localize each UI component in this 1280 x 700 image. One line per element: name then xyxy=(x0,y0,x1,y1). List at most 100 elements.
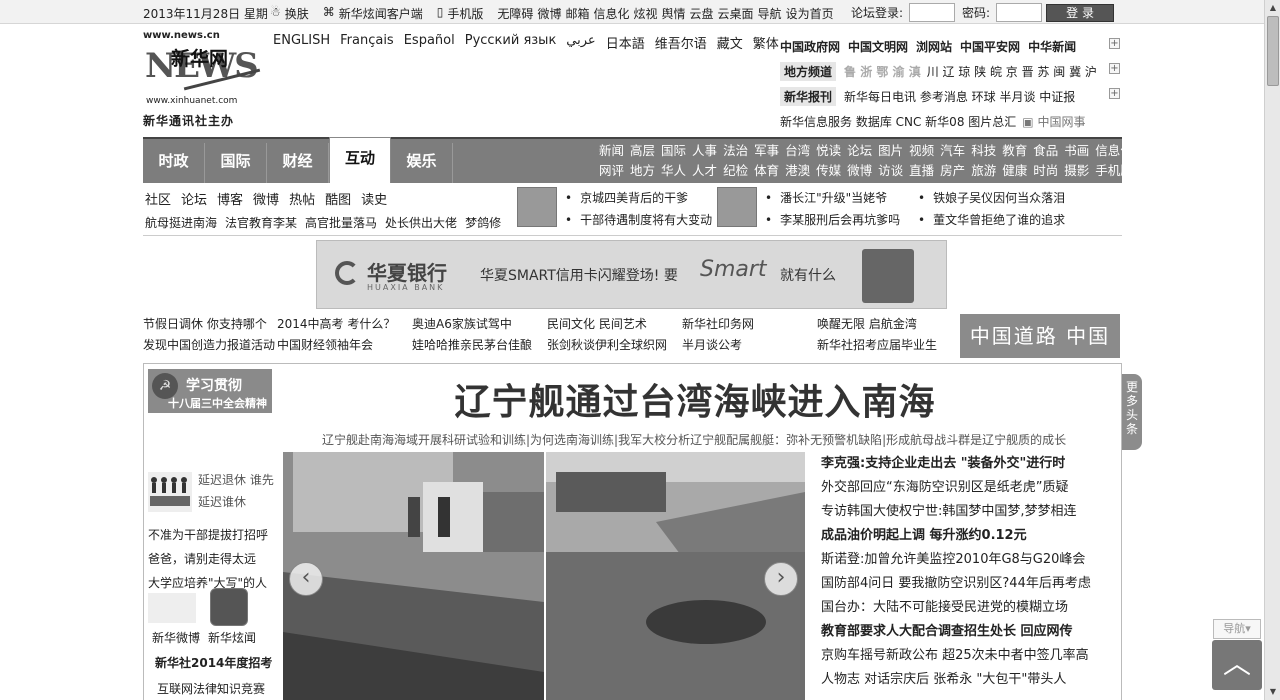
press-tag[interactable]: 新华报刊 xyxy=(780,87,837,106)
username-input[interactable] xyxy=(909,3,956,22)
law-quiz-link[interactable]: 互联网法律知识竞赛 xyxy=(157,678,265,700)
local-grey-links[interactable]: 鲁 浙 鄂 渝 滇 xyxy=(844,63,921,80)
client-icon[interactable]: ⌘ xyxy=(323,5,335,22)
expand-plus-icon[interactable]: + xyxy=(1109,63,1120,74)
expand-plus-icon[interactable]: + xyxy=(1109,38,1120,49)
news-item[interactable]: 干部待遇制度将有大变动 xyxy=(565,209,712,231)
lang-japanese[interactable]: 日本語 xyxy=(606,33,645,52)
promo-link[interactable]: 新华社招考应届毕业生 xyxy=(817,336,947,353)
headline-title[interactable]: 辽宁舰通过台湾海峡进入南海 xyxy=(280,373,1110,425)
weibo-label[interactable]: 新华微博 xyxy=(152,627,200,649)
sub-nav-link[interactable]: 纪检 xyxy=(723,161,748,181)
lang-arabic[interactable]: عربي xyxy=(566,33,595,52)
xuanwen-label[interactable]: 新华炫闻 xyxy=(208,627,256,649)
sub-nav-link[interactable]: 家居 xyxy=(1201,141,1226,161)
sub-nav-link[interactable]: 网评 xyxy=(599,161,624,181)
xuanshi-link[interactable]: 炫视 xyxy=(633,5,657,22)
hot-topic[interactable]: 航母挺进南海 xyxy=(145,214,217,231)
scroll-up-icon[interactable]: ▲ xyxy=(1267,2,1279,14)
china-wangshi-link[interactable]: ▣ 中国网事 xyxy=(1022,113,1085,130)
china-dream-banner[interactable]: 中国道路 中国梦 xyxy=(960,314,1120,392)
promo-link[interactable]: 新华社印务网 xyxy=(682,315,817,332)
headline-item[interactable]: 国防部4问日 要我撤防空识别区?44年后再考虑 xyxy=(821,572,1121,596)
press-links[interactable]: 新华每日电讯 参考消息 环球 半月谈 中证报 xyxy=(844,88,1075,105)
sub-nav-link[interactable]: 公益 xyxy=(1139,161,1164,181)
partial-link[interactable]: 浏网站 xyxy=(916,38,952,55)
sub-nav-link[interactable]: 访谈 xyxy=(878,161,903,181)
sub-nav-link[interactable]: 信息化 xyxy=(1095,141,1133,161)
news-item[interactable]: 董文华曾拒绝了谁的追求 xyxy=(918,209,1065,231)
sub-nav-link[interactable]: 舆情 xyxy=(1170,161,1195,181)
tab-international[interactable]: 国际 xyxy=(205,143,267,183)
sub-nav-link[interactable]: 时尚 xyxy=(1033,161,1058,181)
password-input[interactable] xyxy=(996,3,1043,22)
yuqing-link[interactable]: 舆情 xyxy=(662,5,686,22)
scrollbar[interactable]: ▲ ▼ xyxy=(1264,0,1280,700)
skin-link[interactable]: 换肤 xyxy=(285,5,309,22)
sub-nav-link[interactable]: 直播 xyxy=(909,161,934,181)
hot-topic[interactable]: 法官教育李某 xyxy=(225,214,297,231)
left-news-item[interactable]: 大学应培养"大写"的人 xyxy=(148,571,268,595)
sub-nav-link[interactable]: 能源 xyxy=(1170,141,1195,161)
service-links[interactable]: 新华信息服务 数据库 CNC 新华08 图片总汇 xyxy=(780,113,1016,130)
client-link[interactable]: 新华炫闻客户端 xyxy=(339,5,423,22)
thumbnail-photo[interactable] xyxy=(517,187,557,227)
hot-topic[interactable]: 处长供出大佬 xyxy=(385,214,457,231)
sub-nav-link[interactable]: 城市 xyxy=(1232,161,1257,181)
xinhua-weibo-logo[interactable] xyxy=(148,593,196,623)
promo-link[interactable]: 奥迪A6家族试驾中 xyxy=(412,315,547,332)
news-item[interactable]: 铁娘子吴仪因何当众落泪 xyxy=(918,187,1065,209)
sub-nav-link[interactable]: 法治 xyxy=(723,141,748,161)
forum-link[interactable]: 论坛 xyxy=(181,189,207,208)
sub-nav-link[interactable]: 房产 xyxy=(940,161,965,181)
local-channel-tag[interactable]: 地方频道 xyxy=(780,62,837,81)
mobile-link[interactable]: 手机版 xyxy=(447,5,483,22)
china-news-link[interactable]: 中华新闻 xyxy=(1028,38,1076,55)
scroll-down-icon[interactable]: ▼ xyxy=(1267,686,1279,698)
sub-nav-link[interactable]: 悦读 xyxy=(816,141,841,161)
sub-nav-link[interactable]: 健康 xyxy=(1002,161,1027,181)
scroll-thumb[interactable] xyxy=(1267,16,1279,86)
tab-finance[interactable]: 财经 xyxy=(267,143,329,183)
peace-link[interactable]: 中国平安网 xyxy=(960,38,1020,55)
lang-russian[interactable]: Русский язык xyxy=(465,33,557,52)
sub-nav-link[interactable]: 教育 xyxy=(1002,141,1027,161)
left-news-item[interactable]: 爸爸，请别走得太远 xyxy=(148,547,268,571)
retire-link[interactable]: 延迟退休 谁先 延迟谁休 xyxy=(198,469,274,513)
mobile-icon[interactable]: ▯ xyxy=(437,5,444,22)
nav-toggle-button[interactable]: 导航▾ xyxy=(1213,619,1261,639)
bank-ad-banner[interactable]: 华夏银行 HUAXIA BANK 华夏SMART信用卡闪耀登场! 要 Smart… xyxy=(316,240,947,309)
civil-link[interactable]: 中国文明网 xyxy=(848,38,908,55)
hot-posts-link[interactable]: 热帖 xyxy=(289,189,315,208)
left-news-item[interactable]: 不准为干部提拔打招呼 xyxy=(148,523,268,547)
blog-link[interactable]: 博客 xyxy=(217,189,243,208)
headline-item[interactable]: 国台办：大陆不可能接受民进党的模糊立场 xyxy=(821,596,1121,620)
headline-item[interactable]: 外交部回应“东海防空识别区是纸老虎”质疑 xyxy=(821,476,1121,500)
community-link[interactable]: 社区 xyxy=(145,189,171,208)
sub-nav-link[interactable]: 台湾 xyxy=(785,141,810,161)
sub-nav-link[interactable]: 国际 xyxy=(661,141,686,161)
promo-link[interactable]: 民间文化 民间艺术 xyxy=(547,315,682,332)
promo-link[interactable]: 中国财经领袖年会 xyxy=(277,336,412,353)
sub-nav-link[interactable]: 食品 xyxy=(1033,141,1058,161)
tab-interactive[interactable]: 互动 xyxy=(329,137,391,183)
sub-nav-link[interactable]: 视频 xyxy=(909,141,934,161)
xinhua-xuanwen-logo[interactable] xyxy=(210,588,248,626)
weibo-link[interactable]: 微博 xyxy=(253,189,279,208)
sub-nav-link[interactable]: 书画 xyxy=(1064,141,1089,161)
promo-link[interactable]: 节假日调休 你支持哪个 xyxy=(143,315,277,332)
site-logo[interactable]: www.news.cn NEWS 新华网 www.xinhuanet.com 新… xyxy=(143,30,263,130)
lang-spanish[interactable]: Español xyxy=(404,33,455,52)
news-item[interactable]: 李某服刑后会再坑爹吗 xyxy=(765,209,900,231)
sub-nav-link[interactable]: 资料 xyxy=(1139,141,1164,161)
sub-nav-link[interactable]: 高层 xyxy=(630,141,655,161)
recruit-link[interactable]: 新华社2014年度招考 xyxy=(155,652,272,674)
prev-slide-icon[interactable]: ‹ xyxy=(289,562,323,596)
promo-link[interactable]: 发现中国创造力报道活动 xyxy=(143,336,277,353)
guide-link[interactable]: 导航 xyxy=(758,5,782,22)
headline-item[interactable]: 京购车摇号新政公布 超25次未中者中签几率高 xyxy=(821,644,1121,668)
sub-nav-link[interactable]: 华人 xyxy=(661,161,686,181)
skin-icon[interactable]: ☃ xyxy=(270,5,281,22)
sub-nav-link[interactable]: 摄影 xyxy=(1064,161,1089,181)
thumbnail-photo[interactable] xyxy=(717,187,757,227)
